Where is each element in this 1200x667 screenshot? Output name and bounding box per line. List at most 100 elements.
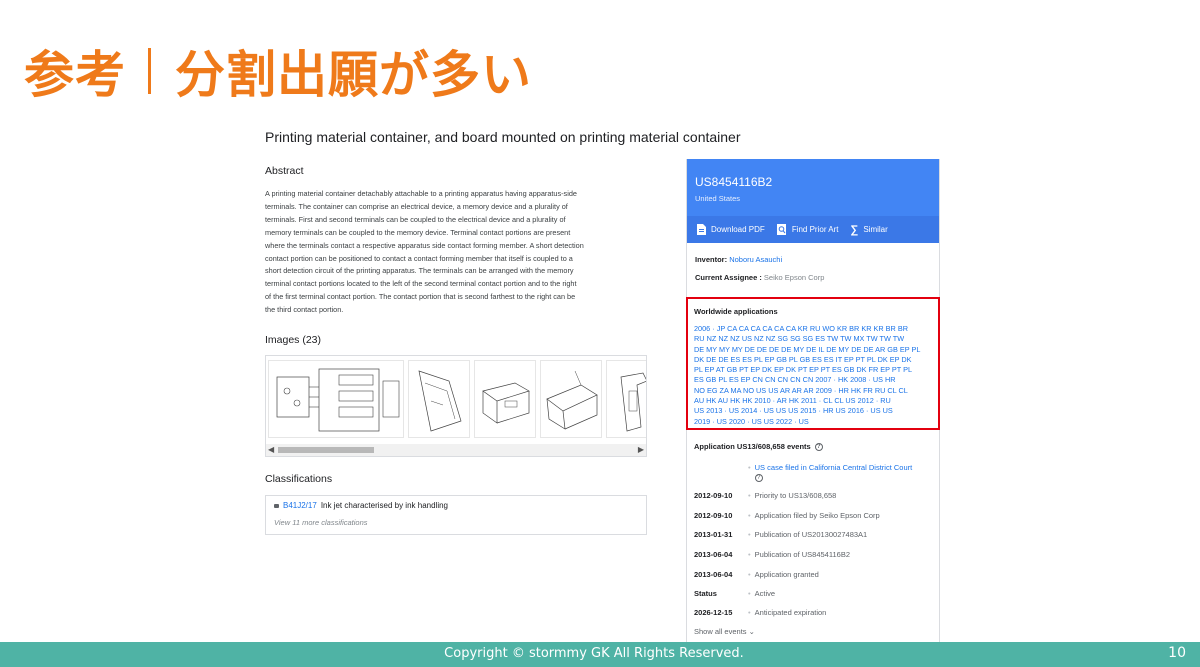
- abstract-heading: Abstract: [265, 165, 304, 177]
- patent-drawing-thumbnail[interactable]: [268, 360, 404, 438]
- classification-code-link[interactable]: B41J2/17: [283, 501, 317, 510]
- timeline-dot-icon: •: [748, 550, 751, 559]
- assignee-value: Seiko Epson Corp: [763, 273, 825, 282]
- worldwide-line[interactable]: 2019 · US 2020 · US US 2022 · US: [694, 417, 932, 427]
- event-date: 2013-06-04: [694, 550, 733, 559]
- patent-number: US8454116B2: [695, 175, 773, 189]
- title-separator: [148, 48, 151, 94]
- patent-drawing-thumbnail[interactable]: [408, 360, 470, 438]
- find-prior-art-label: Find Prior Art: [791, 225, 839, 234]
- worldwide-line[interactable]: DK DE DE ES ES PL EP GB PL GB ES ES IT E…: [694, 355, 932, 365]
- timeline-dot-icon: •: [748, 608, 751, 617]
- event-row: 2012-09-10 • Priority to US13/608,658: [694, 491, 934, 500]
- event-desc: Application filed by Seiko Epson Corp: [754, 511, 880, 520]
- worldwide-line[interactable]: US 2013 · US 2014 · US US US 2015 · HR U…: [694, 406, 932, 416]
- scrollbar-thumb[interactable]: [278, 447, 374, 453]
- worldwide-line[interactable]: 2006 · JP CA CA CA CA CA CA KR RU WO KR …: [694, 324, 932, 334]
- application-events: Application US13/608,658 events ? • US c…: [694, 442, 934, 636]
- patent-drawing-thumbnail[interactable]: [540, 360, 602, 438]
- download-pdf-button[interactable]: Download PDF: [697, 224, 765, 235]
- timeline-dot-icon: •: [748, 570, 751, 579]
- worldwide-line[interactable]: DE MY MY MY DE DE DE DE MY DE IL DE MY D…: [694, 345, 932, 355]
- slide-title-left: 参考: [24, 46, 126, 104]
- download-pdf-label: Download PDF: [711, 225, 765, 234]
- help-icon[interactable]: ?: [754, 474, 763, 482]
- patent-drawing-thumbnail[interactable]: [606, 360, 646, 438]
- event-date: 2013-06-04: [694, 570, 733, 579]
- show-all-events-link[interactable]: Show all events ⌄: [694, 627, 755, 636]
- event-desc: Publication of US8454116B2: [754, 550, 850, 559]
- slide-title-right: 分割出願が多い: [175, 46, 532, 104]
- classifications-box: B41J2/17 Ink jet characterised by ink ha…: [265, 495, 647, 535]
- card-body: Inventor: Noboru Asauchi Current Assigne…: [687, 243, 939, 282]
- classification-row: B41J2/17 Ink jet characterised by ink ha…: [274, 501, 638, 510]
- worldwide-applications-list[interactable]: 2006 · JP CA CA CA CA CA CA KR RU WO KR …: [694, 324, 932, 427]
- timeline-dot-icon: •: [748, 530, 751, 539]
- event-row: Status • Active: [694, 589, 934, 598]
- worldwide-applications-highlight: Worldwide applications 2006 · JP CA CA C…: [686, 297, 940, 430]
- event-row: 2013-06-04 • Application granted: [694, 570, 934, 579]
- abstract-line: terminals. The container can comprise an…: [265, 201, 568, 211]
- timeline-dot-icon: •: [748, 511, 751, 520]
- worldwide-applications-title: Worldwide applications: [694, 307, 778, 316]
- classifications-heading: Classifications: [265, 473, 333, 485]
- card-actions: Download PDF Find Prior Art ∑ Similar: [687, 216, 939, 243]
- page-number: 10: [1168, 645, 1186, 661]
- abstract-line: short detection circuit of the printing …: [265, 266, 574, 276]
- classification-tag-icon: [274, 503, 279, 508]
- images-carousel[interactable]: ◀ ▶: [265, 355, 647, 457]
- prior-art-search-icon: [776, 224, 786, 235]
- event-desc: Priority to US13/608,658: [754, 491, 837, 500]
- abstract-line: of the first terminal contact portion. T…: [265, 292, 576, 302]
- event-desc: Publication of US20130027483A1: [754, 530, 868, 539]
- assignee-row: Current Assignee : Seiko Epson Corp: [695, 273, 931, 282]
- event-date: 2013-01-31: [694, 530, 733, 539]
- similar-button[interactable]: ∑ Similar: [851, 224, 888, 236]
- patent-country: United States: [695, 194, 741, 203]
- abstract-line: memory terminals can be coupled to the m…: [265, 227, 571, 237]
- inventor-link[interactable]: Noboru Asauchi: [729, 255, 782, 264]
- find-prior-art-button[interactable]: Find Prior Art: [776, 224, 839, 235]
- classification-description: Ink jet characterised by ink handling: [320, 501, 448, 510]
- timeline-dot-icon: •: [748, 463, 751, 472]
- court-case-link[interactable]: US case filed in California Central Dist…: [755, 463, 913, 472]
- images-heading: Images (23): [265, 334, 322, 346]
- slide-footer: Copyright © stormmy GK All Rights Reserv…: [0, 642, 1200, 667]
- event-desc: US case filed in California Central Dist…: [754, 463, 913, 482]
- abstract-line: the third contact portion.: [265, 305, 344, 315]
- event-date: 2026-12-15: [694, 608, 733, 617]
- worldwide-line[interactable]: RU NZ NZ NZ US NZ NZ SG SG SG ES TW TW M…: [694, 334, 932, 344]
- inventor-row: Inventor: Noboru Asauchi: [695, 255, 931, 264]
- event-row: 2013-06-04 • Publication of US8454116B2: [694, 550, 934, 559]
- images-scrollbar[interactable]: ◀ ▶: [266, 444, 646, 456]
- scroll-left-arrow-icon[interactable]: ◀: [268, 445, 274, 454]
- event-row: 2012-09-10 • Application filed by Seiko …: [694, 511, 934, 520]
- similar-label: Similar: [863, 225, 888, 234]
- scroll-right-arrow-icon[interactable]: ▶: [638, 445, 644, 454]
- timeline-dot-icon: •: [748, 491, 751, 500]
- worldwide-line[interactable]: PL EP AT GB PT EP DK EP DK PT EP PT ES G…: [694, 365, 932, 375]
- event-desc: Active: [754, 589, 776, 598]
- abstract-line: terminals. First and second terminals ca…: [265, 214, 566, 224]
- patent-drawing-thumbnail[interactable]: [474, 360, 536, 438]
- help-icon[interactable]: ?: [814, 442, 823, 451]
- events-title: Application US13/608,658 events ?: [694, 442, 934, 451]
- event-date: 2012-09-10: [694, 511, 733, 520]
- event-row: • US case filed in California Central Di…: [694, 463, 934, 482]
- event-row: 2026-12-15 • Anticipated expiration: [694, 608, 934, 617]
- events-title-text: Application US13/608,658 events: [694, 442, 811, 451]
- timeline-dot-icon: •: [748, 589, 751, 598]
- worldwide-line[interactable]: ES GB PL ES EP CN CN CN CN CN 2007 · HK …: [694, 375, 932, 385]
- abstract-text: A printing material container detachably…: [265, 188, 637, 317]
- inventor-label: Inventor:: [695, 255, 728, 264]
- patent-title: Printing material container, and board m…: [265, 129, 741, 145]
- event-date: 2012-09-10: [694, 491, 733, 500]
- event-date: Status: [694, 589, 717, 598]
- copyright-text: Copyright © stormmy GK All Rights Reserv…: [444, 646, 744, 661]
- abstract-line: contact portion can be positioned to con…: [265, 253, 573, 263]
- worldwide-line[interactable]: AU HK AU HK HK 2010 · AR HK 2011 · CL CL…: [694, 396, 932, 406]
- worldwide-line[interactable]: NO EG ZA MA NO US US AR AR AR 2009 · HR …: [694, 386, 932, 396]
- slide-title: 参考 分割出願が多い: [24, 38, 532, 104]
- more-classifications-link[interactable]: View 11 more classifications: [274, 518, 638, 527]
- abstract-line: A printing material container detachably…: [265, 189, 577, 198]
